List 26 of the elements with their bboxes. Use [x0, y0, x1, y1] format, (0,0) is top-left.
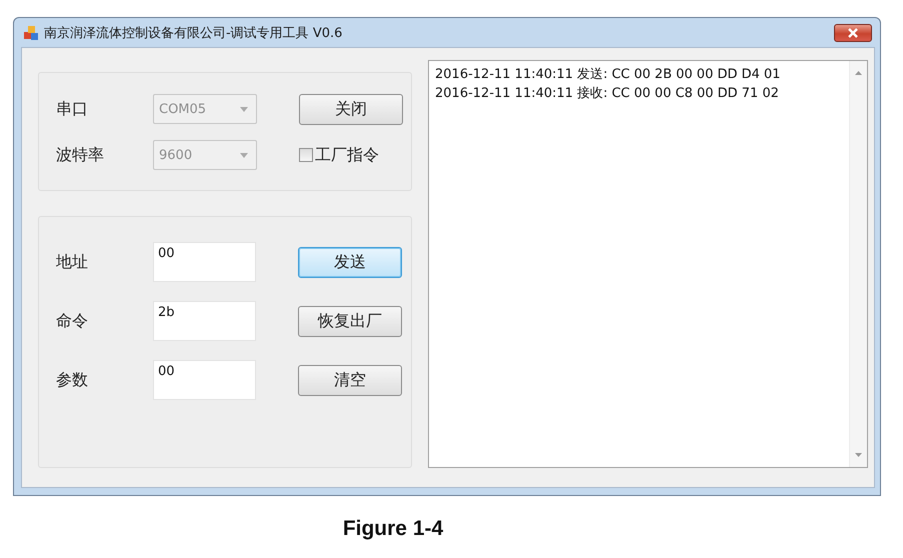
log-line: 2016-12-11 11:40:11 发送: CC 00 2B 00 00 DD D4 01: [435, 66, 782, 84]
scrollbar[interactable]: [849, 61, 867, 467]
input-field[interactable]: 00: [153, 360, 256, 400]
field-label: 命令: [56, 310, 89, 332]
command-button[interactable]: 清空: [298, 364, 402, 396]
field-label: 波特率: [56, 144, 105, 166]
log-line: 2016-12-11 11:40:11 接收: CC 00 00 C8 00 DD 71 02: [435, 85, 780, 103]
field-label: 参数: [56, 370, 89, 390]
command-button[interactable]: 恢复出厂: [298, 306, 402, 336]
field-label: 串口: [56, 98, 89, 120]
command-button[interactable]: 发送: [298, 246, 402, 278]
cubes-icon: [23, 24, 39, 40]
dropdown-arrow-icon: [240, 152, 248, 158]
scroll-down-icon[interactable]: [855, 453, 862, 457]
figure-caption: Figure 1-4: [342, 517, 444, 541]
factory-checkbox[interactable]: 工厂指令: [299, 144, 379, 166]
close-port-button[interactable]: 关闭: [299, 94, 403, 124]
log-box[interactable]: 2016-12-11 11:40:11 发送: CC 00 2B 00 00 DD D4 01 2016-12-11 11:40:11 接收: CC 00 00 C8 00 DD 71 02: [428, 60, 868, 468]
field-label: 地址: [56, 252, 89, 272]
input-field[interactable]: 2b: [153, 301, 256, 341]
close-button[interactable]: [834, 24, 872, 42]
input-field[interactable]: 00: [153, 242, 256, 282]
window-title: 南京润泽流体控制设备有限公司-调试专用工具 V0.6: [44, 24, 342, 42]
scroll-up-icon[interactable]: [855, 71, 862, 75]
dropdown-arrow-icon: [240, 106, 248, 112]
close-icon: [847, 28, 859, 38]
